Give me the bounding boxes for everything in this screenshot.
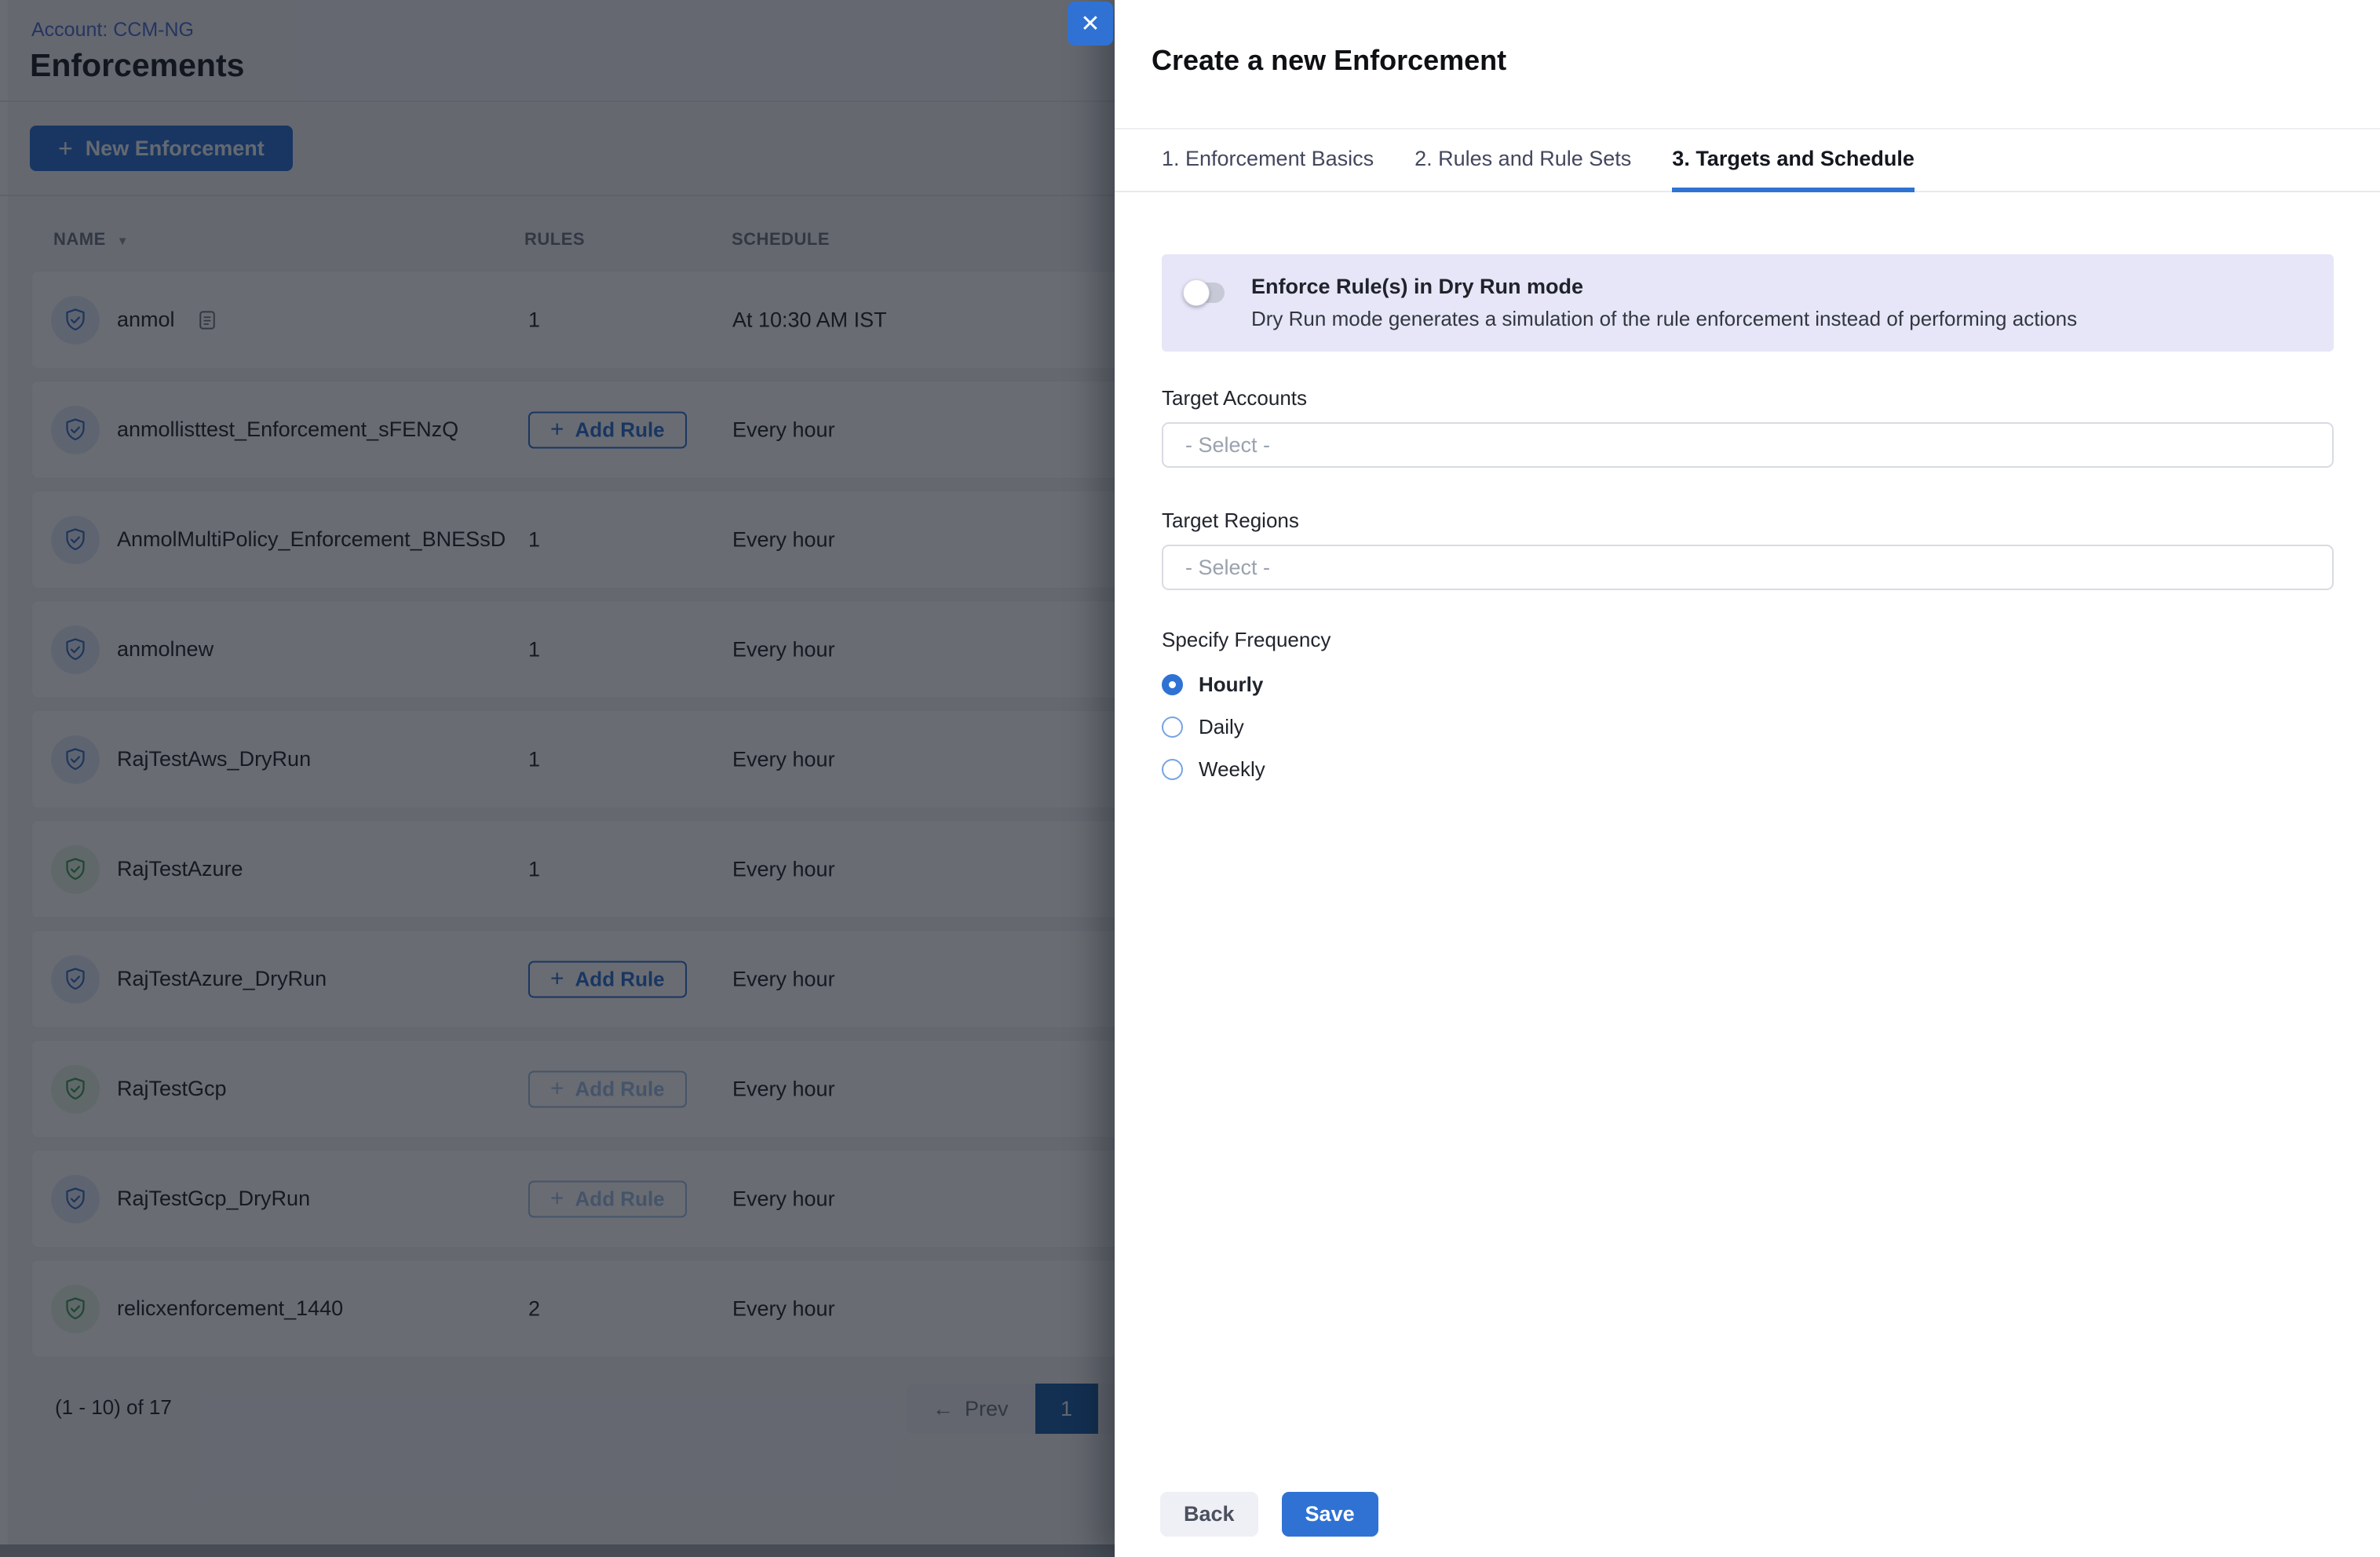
tab-rules-and-rule-sets[interactable]: 2. Rules and Rule Sets bbox=[1414, 129, 1631, 192]
radio-label: Hourly bbox=[1199, 673, 1263, 697]
frequency-label: Specify Frequency bbox=[1162, 628, 2334, 652]
save-button[interactable]: Save bbox=[1282, 1492, 1378, 1537]
target-accounts-field: Target Accounts - Select - bbox=[1162, 386, 2334, 468]
screen: Account: CCM-NG Enforcements + New Enfor… bbox=[0, 0, 2380, 1557]
target-regions-placeholder: - Select - bbox=[1185, 556, 1270, 580]
target-accounts-placeholder: - Select - bbox=[1185, 433, 1270, 458]
drawer-footer: Back Save bbox=[1160, 1492, 1378, 1537]
tab-enforcement-basics[interactable]: 1. Enforcement Basics bbox=[1162, 129, 1374, 192]
radio-icon bbox=[1162, 674, 1183, 695]
toggle-knob-icon bbox=[1183, 279, 1210, 306]
dry-run-title: Enforce Rule(s) in Dry Run mode bbox=[1251, 275, 2077, 299]
frequency-option-weekly[interactable]: Weekly bbox=[1162, 748, 2334, 790]
drawer-body: Enforce Rule(s) in Dry Run mode Dry Run … bbox=[1162, 194, 2334, 790]
create-enforcement-drawer: ✕ Create a new Enforcement 1. Enforcemen… bbox=[1115, 0, 2380, 1557]
close-button[interactable]: ✕ bbox=[1068, 2, 1113, 46]
wizard-tabs: 1. Enforcement Basics 2. Rules and Rule S… bbox=[1115, 129, 2380, 192]
radio-label: Weekly bbox=[1199, 757, 1265, 782]
target-accounts-select[interactable]: - Select - bbox=[1162, 422, 2334, 468]
target-regions-label: Target Regions bbox=[1162, 509, 2334, 533]
frequency-options: Hourly Daily Weekly bbox=[1162, 663, 2334, 790]
target-regions-select[interactable]: - Select - bbox=[1162, 545, 2334, 590]
dry-run-toggle[interactable] bbox=[1185, 283, 1225, 303]
drawer-title: Create a new Enforcement bbox=[1152, 44, 1506, 77]
frequency-option-daily[interactable]: Daily bbox=[1162, 706, 2334, 748]
radio-icon bbox=[1162, 717, 1183, 738]
target-regions-field: Target Regions - Select - bbox=[1162, 509, 2334, 590]
tab-targets-and-schedule[interactable]: 3. Targets and Schedule bbox=[1672, 129, 1915, 192]
close-icon: ✕ bbox=[1080, 10, 1100, 38]
target-accounts-label: Target Accounts bbox=[1162, 386, 2334, 410]
dry-run-banner: Enforce Rule(s) in Dry Run mode Dry Run … bbox=[1162, 254, 2334, 352]
radio-icon bbox=[1162, 759, 1183, 780]
radio-label: Daily bbox=[1199, 715, 1244, 739]
back-button[interactable]: Back bbox=[1160, 1492, 1258, 1537]
dry-run-text: Enforce Rule(s) in Dry Run mode Dry Run … bbox=[1251, 275, 2077, 331]
dry-run-description: Dry Run mode generates a simulation of t… bbox=[1251, 307, 2077, 331]
frequency-option-hourly[interactable]: Hourly bbox=[1162, 663, 2334, 706]
